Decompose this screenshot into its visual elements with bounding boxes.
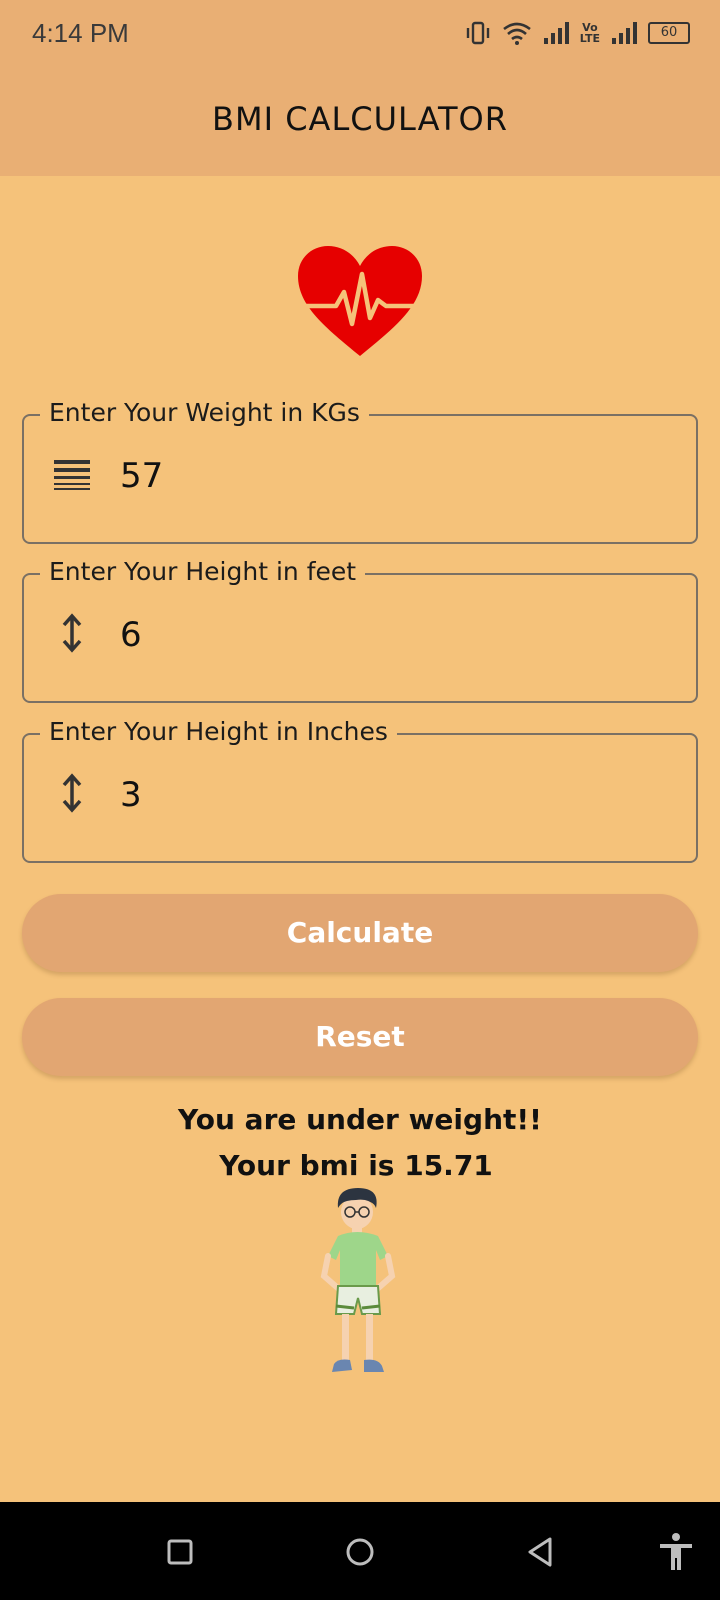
calculate-button[interactable]: Calculate	[22, 894, 698, 972]
app-bar: BMI CALCULATOR	[0, 66, 720, 176]
status-bar: 4:14 PM Vo LTE 60	[0, 0, 720, 66]
height-inches-field[interactable]: Enter Your Height in Inches 3	[22, 717, 698, 863]
weight-input[interactable]: 57	[120, 456, 163, 496]
volte-icon: Vo LTE	[579, 21, 600, 45]
reset-button[interactable]: Reset	[22, 998, 698, 1076]
scale-lines-icon	[54, 460, 90, 490]
bmi-value-text: Your bmi is 15.71	[219, 1149, 493, 1182]
result-message: You are under weight!!	[178, 1103, 542, 1136]
height-inches-input[interactable]: 3	[120, 775, 142, 815]
signal-icon	[543, 22, 569, 44]
vibrate-icon	[466, 21, 489, 45]
home-icon[interactable]	[338, 1530, 382, 1574]
underweight-boy-illustration	[320, 1188, 396, 1372]
vertical-arrows-icon	[62, 773, 82, 813]
accessibility-icon[interactable]	[654, 1530, 698, 1574]
status-icons: Vo LTE 60	[464, 18, 690, 48]
recent-apps-icon[interactable]	[158, 1530, 202, 1574]
battery-level: 60	[660, 25, 678, 40]
height-feet-field[interactable]: Enter Your Height in feet 6	[22, 557, 698, 703]
height-inches-field-label: Enter Your Height in Inches	[40, 717, 397, 746]
wifi-icon	[502, 22, 531, 45]
battery-icon: 60	[648, 22, 690, 44]
weight-field[interactable]: Enter Your Weight in KGs 57	[22, 398, 698, 544]
weight-field-label: Enter Your Weight in KGs	[40, 398, 369, 427]
status-time: 4:14 PM	[32, 18, 129, 48]
heart-pulse-icon	[298, 246, 422, 356]
height-feet-field-label: Enter Your Height in feet	[40, 557, 366, 586]
height-feet-input[interactable]: 6	[120, 615, 142, 655]
system-navigation-bar	[0, 1502, 720, 1600]
back-icon[interactable]	[518, 1530, 562, 1574]
page-title: BMI CALCULATOR	[212, 100, 508, 138]
signal-icon-2	[612, 22, 637, 44]
vertical-arrows-icon	[62, 613, 82, 653]
